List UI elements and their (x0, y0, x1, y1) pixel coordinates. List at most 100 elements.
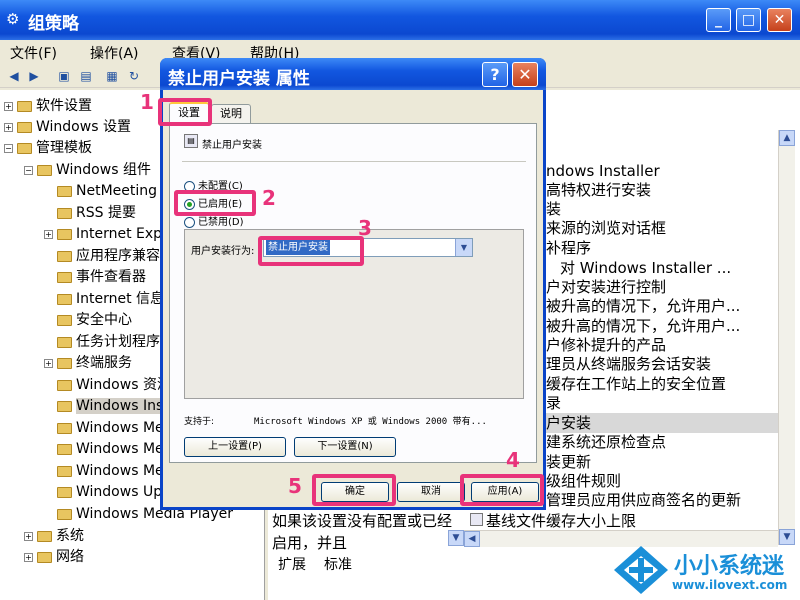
folder-icon (57, 465, 72, 477)
watermark-text: 小小系统迷 (674, 554, 785, 579)
tab-explain[interactable]: 说明 (211, 104, 251, 124)
properties-icon[interactable]: ▦ (104, 68, 120, 84)
highlight-apply-button (460, 474, 544, 506)
show-tree-icon[interactable]: ▤ (78, 68, 94, 84)
step-number-2: 2 (262, 186, 276, 210)
tree-item[interactable]: − Windows 组件 (24, 160, 151, 181)
setting-row-selected[interactable]: 户安装 (546, 413, 778, 433)
highlight-enabled-radio (174, 190, 256, 216)
next-setting-button[interactable]: 下一设置(N) (294, 437, 396, 457)
highlight-ok-button (312, 474, 396, 506)
setting-row[interactable]: 对 Windows Installer ... (560, 258, 800, 278)
up-folder-icon[interactable]: ▣ (56, 68, 72, 84)
forward-arrow-icon[interactable]: ▶ (26, 68, 42, 84)
step-number-4: 4 (506, 448, 520, 472)
chevron-down-icon[interactable]: ▼ (455, 239, 472, 256)
tab-standard[interactable]: 标准 (324, 554, 352, 574)
tab-extended[interactable]: 扩展 (278, 554, 306, 574)
watermark-url: www.ilovext.com (672, 578, 788, 592)
tree-item[interactable]: 事件查看器 (57, 267, 146, 288)
setting-row[interactable]: 基线文件缓存大小上限 (486, 511, 800, 531)
setting-row[interactable]: 理员从终端服务会话安装 (546, 354, 800, 374)
folder-icon (57, 422, 72, 434)
folder-icon (57, 314, 72, 326)
description-text: 如果该设置没有配置或已经启用，并且 (272, 512, 453, 552)
setting-row[interactable]: 补程序 (546, 238, 800, 258)
divider (182, 161, 526, 162)
expand-icon[interactable]: + (44, 229, 53, 239)
expand-icon[interactable]: + (44, 358, 53, 368)
setting-row[interactable]: 装更新 (546, 452, 800, 472)
setting-row[interactable]: 级组件规则 (546, 471, 800, 491)
tree-item[interactable]: + Windows 设置 (4, 117, 131, 138)
collapse-icon[interactable]: − (24, 165, 33, 175)
folder-icon (57, 486, 72, 498)
folder-icon (57, 207, 72, 219)
tree-item[interactable]: 安全中心 (57, 310, 132, 331)
tree-item[interactable]: RSS 提要 (57, 203, 136, 224)
tree-item[interactable]: − 管理模板 (4, 138, 92, 159)
setting-row[interactable]: 被升高的情况下，允许用户... (546, 316, 800, 336)
highlight-settings-tab (158, 98, 212, 126)
expand-icon[interactable]: + (4, 101, 13, 111)
setting-row[interactable]: ndows Installer (546, 161, 800, 181)
install-behavior-label: 用户安装行为: (191, 246, 255, 257)
setting-row[interactable]: 被升高的情况下，允许用户... (546, 296, 800, 316)
setting-row[interactable]: 户修补提升的产品 (546, 335, 800, 355)
minimize-button[interactable]: _ (706, 8, 731, 32)
folder-icon (57, 400, 72, 412)
maximize-button[interactable]: □ (736, 8, 761, 32)
setting-row[interactable]: 缓存在工作站上的安全位置 (546, 374, 800, 394)
expand-icon[interactable]: + (4, 122, 13, 132)
help-button[interactable]: ? (482, 62, 508, 87)
folder-icon (37, 530, 52, 542)
setting-row[interactable]: 建系统还原检查点 (546, 432, 800, 452)
setting-row[interactable]: 装 (546, 199, 800, 219)
expand-icon[interactable]: + (24, 531, 33, 541)
tree-item[interactable]: + 网络 (24, 547, 84, 568)
menu-file[interactable]: 文件(F) (10, 43, 57, 63)
radio-disabled[interactable]: 已禁用(D) (184, 216, 244, 230)
setting-icon (470, 513, 483, 526)
settings-panel: ▤ 禁止用户安装 未配置(C) 已启用(E) 已禁用(D) 用户安装行为: 禁止… (169, 123, 537, 463)
folder-icon (57, 250, 72, 262)
setting-row[interactable]: 户对安装进行控制 (546, 277, 800, 297)
policy-icon: ▤ (184, 134, 198, 148)
folder-icon (57, 336, 72, 348)
tree-item[interactable]: + 终端服务 (44, 353, 132, 374)
refresh-icon[interactable]: ↻ (126, 68, 142, 84)
step-number-1: 1 (140, 90, 154, 114)
radio-dot[interactable] (184, 216, 195, 228)
expand-icon[interactable]: + (24, 552, 33, 562)
setting-row[interactable]: 管理员应用供应商签名的更新 (546, 490, 800, 510)
folder-icon (17, 100, 32, 112)
watermark-logo-icon (614, 546, 668, 594)
tree-item[interactable]: + 系统 (24, 526, 84, 547)
dialog-close-button[interactable]: ✕ (512, 62, 538, 87)
cancel-button[interactable]: 取消 (397, 482, 465, 502)
tree-item[interactable]: 应用程序兼容性 (57, 246, 174, 267)
step-number-3: 3 (358, 216, 372, 240)
supported-label: 支持于: (184, 417, 215, 427)
folder-icon (37, 551, 52, 563)
collapse-icon[interactable]: − (4, 143, 13, 153)
scroll-down-icon[interactable]: ▼ (779, 529, 795, 545)
view-tabs: 扩展 标准 (268, 552, 468, 574)
menu-action[interactable]: 操作(A) (90, 43, 139, 63)
folder-icon (57, 379, 72, 391)
scroll-up-icon[interactable]: ▲ (779, 130, 795, 146)
setting-row[interactable]: 来源的浏览对话框 (546, 218, 800, 238)
tree-item[interactable]: 任务计划程序 (57, 332, 160, 353)
vertical-scrollbar[interactable]: ▲ ▼ (778, 130, 795, 545)
tree-item[interactable]: + 软件设置 (4, 96, 92, 117)
main-titlebar: ⚙ 组策略 _ □ ✕ (0, 0, 800, 40)
scroll-left-icon[interactable]: ◀ (464, 531, 480, 547)
tree-item[interactable]: NetMeeting (57, 181, 157, 202)
close-button[interactable]: ✕ (767, 8, 792, 32)
setting-row[interactable]: 高特权进行安装 (546, 180, 800, 200)
desc-scroll-down-icon[interactable]: ▼ (448, 530, 464, 546)
back-arrow-icon[interactable]: ◀ (6, 68, 22, 84)
setting-row[interactable]: 录 (546, 393, 800, 413)
previous-setting-button[interactable]: 上一设置(P) (184, 437, 286, 457)
folder-icon (57, 443, 72, 455)
